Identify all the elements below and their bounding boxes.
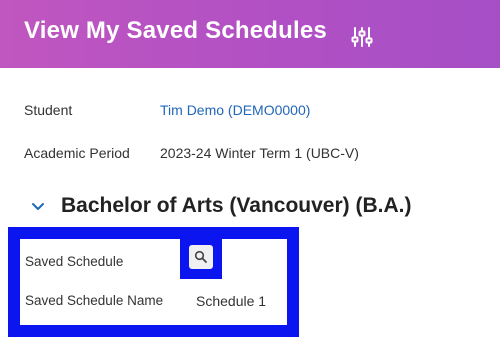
page-title: View My Saved Schedules	[24, 17, 327, 44]
page-header: View My Saved Schedules	[0, 0, 500, 68]
academic-period-value: 2023-24 Winter Term 1 (UBC-V)	[160, 145, 359, 161]
academic-period-label: Academic Period	[24, 145, 130, 161]
student-link[interactable]: Tim Demo (DEMO0000)	[160, 102, 310, 118]
filter-settings-icon[interactable]	[351, 26, 373, 48]
chevron-down-icon[interactable]	[30, 199, 46, 215]
search-button[interactable]	[189, 245, 213, 269]
student-label: Student	[24, 102, 73, 118]
saved-schedule-name-label: Saved Schedule Name	[25, 293, 164, 308]
section-title: Bachelor of Arts (Vancouver) (B.A.)	[61, 194, 412, 217]
saved-schedule-label: Saved Schedule	[25, 254, 124, 269]
search-cell	[180, 236, 222, 279]
saved-schedule-name-value: Schedule 1	[196, 293, 267, 309]
saved-schedule-highlight	[8, 227, 299, 337]
